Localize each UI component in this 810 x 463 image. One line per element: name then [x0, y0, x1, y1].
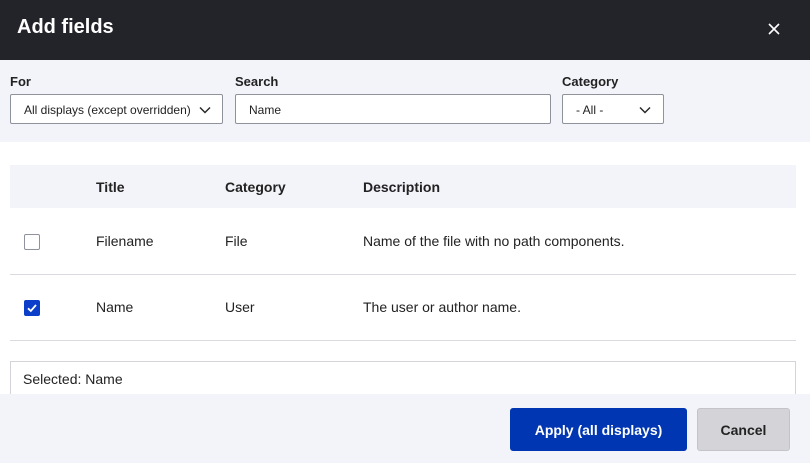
- chevron-down-icon: [198, 103, 212, 117]
- fields-panel: Title Category Description Filename File…: [0, 142, 810, 392]
- search-input-value: Name: [249, 103, 282, 117]
- row-checkbox[interactable]: [24, 300, 40, 316]
- close-icon[interactable]: [763, 18, 785, 40]
- dialog-footer: Apply (all displays) Cancel: [0, 394, 810, 463]
- category-select[interactable]: - All -: [562, 94, 664, 124]
- row-title: Name: [96, 299, 134, 315]
- table-row: Name User The user or author name.: [10, 274, 796, 341]
- apply-button[interactable]: Apply (all displays): [510, 408, 687, 451]
- column-header-title: Title: [96, 179, 125, 195]
- dialog-titlebar: Add fields: [0, 0, 810, 60]
- category-label: Category: [562, 74, 619, 89]
- chevron-down-icon: [638, 103, 652, 117]
- filters-bar: For All displays (except overridden) Sea…: [0, 60, 810, 142]
- row-category: File: [225, 233, 248, 249]
- search-input[interactable]: Name: [235, 94, 551, 124]
- for-label: For: [10, 74, 31, 89]
- row-category: User: [225, 299, 255, 315]
- row-description: The user or author name.: [363, 299, 521, 315]
- table-row: Filename File Name of the file with no p…: [10, 208, 796, 275]
- for-select-value: All displays (except overridden): [24, 103, 191, 117]
- selected-summary-text: Selected: Name: [23, 371, 123, 387]
- category-select-value: - All -: [576, 103, 604, 117]
- selected-summary: Selected: Name: [10, 361, 796, 394]
- checkmark-icon: [27, 304, 37, 313]
- row-checkbox[interactable]: [24, 234, 40, 250]
- row-title: Filename: [96, 233, 154, 249]
- column-header-description: Description: [363, 179, 441, 195]
- column-header-category: Category: [225, 179, 286, 195]
- dialog-title: Add fields: [17, 16, 114, 38]
- cancel-button[interactable]: Cancel: [697, 408, 790, 451]
- table-header: Title Category Description: [10, 165, 796, 208]
- for-select[interactable]: All displays (except overridden): [10, 94, 223, 124]
- search-label: Search: [235, 74, 279, 89]
- row-description: Name of the file with no path components…: [363, 233, 625, 249]
